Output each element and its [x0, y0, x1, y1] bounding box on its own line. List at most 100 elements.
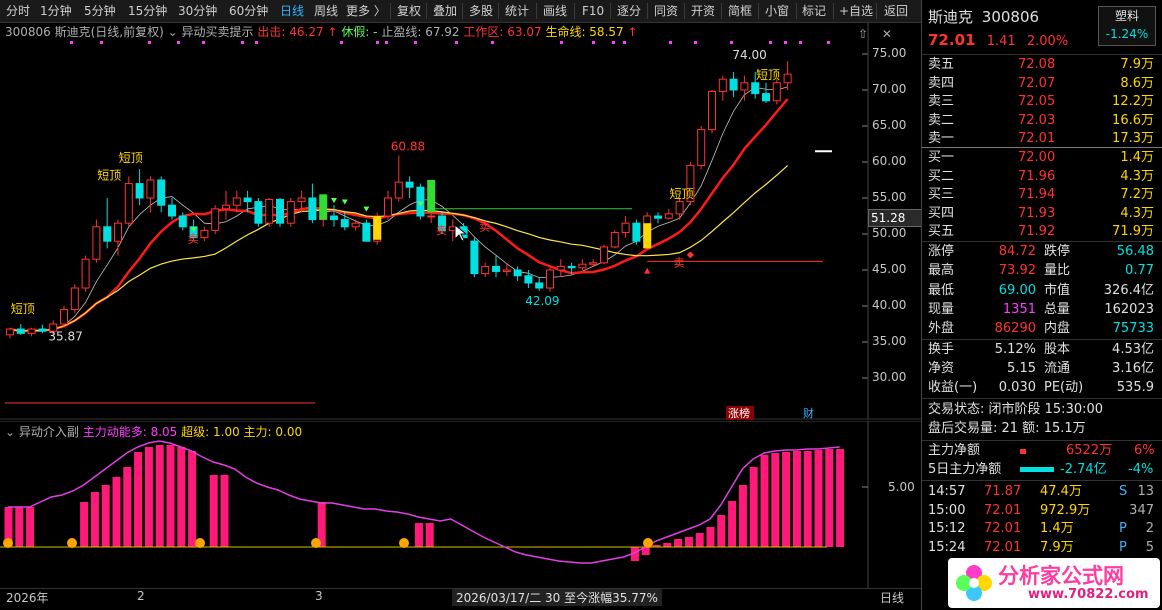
signal-block — [427, 180, 436, 213]
ask-row: 卖五 72.08 7.9万 — [928, 57, 1154, 72]
quote-panel: 斯迪克 300806 塑料 -1.24% 72.01 1.41 2.00% 卖五… — [922, 0, 1162, 610]
period-tab-more[interactable]: 更多 〉 — [346, 0, 386, 22]
sector-tag[interactable]: 塑料 -1.24% — [1098, 6, 1156, 46]
down-arrow-icon — [363, 206, 370, 212]
dropdown-icon[interactable]: ⌄ — [168, 25, 178, 39]
up-arrow-icon[interactable]: ⇧ — [858, 27, 868, 41]
price-tick: 30.00 — [872, 370, 907, 384]
candle-body — [6, 328, 14, 336]
warning-icon — [643, 538, 653, 548]
stat2-row: 换手 5.12% 股本 4.53亿 — [928, 342, 1154, 357]
indicator-bar — [706, 527, 715, 547]
ask-row: 卖四 72.07 8.6万 — [928, 75, 1154, 91]
candlestick-chart[interactable]: 60.8842.0935.8774.00短顶短顶短顶短顶短顶卖卖 卖卖涨榜财 — [0, 23, 921, 420]
bid-row: 买三 71.94 7.2万 — [928, 187, 1154, 202]
stat2-row: 净资 5.15 流通 3.16亿 — [928, 361, 1154, 376]
candle-body — [351, 222, 360, 228]
period-tab-15min[interactable]: 15分钟 — [128, 0, 167, 22]
indicator-chart[interactable] — [0, 421, 921, 588]
stats-button[interactable]: 统计 — [505, 0, 529, 22]
signal-dot — [148, 41, 151, 44]
period-tab-1min[interactable]: 1分钟 — [40, 0, 72, 22]
cai-label: 财 — [803, 406, 814, 420]
signal-diamond-icon — [686, 251, 694, 259]
indicator-bar — [825, 449, 834, 547]
indicator-sub-name[interactable]: 异动介入副 — [19, 425, 79, 439]
indicator-bar — [101, 485, 110, 547]
period-tab-fenshi[interactable]: 分时 — [6, 0, 30, 22]
stat-row: 涨停 84.72 跌停 56.48 — [928, 244, 1154, 259]
candle-body — [330, 215, 338, 221]
add-watchlist-button[interactable]: +自选 — [839, 0, 873, 22]
signal-dot — [694, 41, 697, 44]
candle-body — [675, 201, 684, 215]
date-year: 2026年 — [6, 591, 49, 605]
indicator-bar — [684, 537, 693, 547]
main-chart-header: 300806 斯迪克(日线,前复权) ⌄ 异动买卖提示 出击: 46.27 ↑ … — [5, 24, 638, 40]
period-tab-30min[interactable]: 30分钟 — [178, 0, 217, 22]
candle-body — [772, 82, 781, 102]
mark-button[interactable]: 标记 — [802, 0, 826, 22]
candle-body — [654, 215, 662, 219]
warning-icon — [67, 538, 77, 548]
signal-dot — [455, 41, 458, 44]
after-hours-volume: 盘后交易量: 21 额: 15.1万 — [928, 421, 1086, 436]
indicator-bar — [80, 502, 89, 547]
back-button[interactable]: 返回 — [884, 0, 908, 22]
stat-row: 外盘 86290 内盘 75733 — [928, 321, 1154, 337]
signal-dot — [612, 41, 615, 44]
candle-body — [222, 204, 230, 210]
multi-stock-button[interactable]: 多股 — [469, 0, 493, 22]
chart-overlays: 60.8842.0935.8774.00短顶短顶短顶短顶短顶卖卖 卖卖涨榜财 — [5, 41, 832, 420]
candle-body — [610, 232, 619, 248]
indicator-bar — [792, 451, 801, 547]
price-change: 1.41 — [986, 34, 1016, 49]
tick-row: 14:57 71.87 47.4万 S 13 — [928, 484, 1154, 499]
indicator-bar — [814, 450, 823, 547]
candle-body — [308, 197, 317, 221]
price-tick: 55.00 — [872, 190, 907, 204]
kaizi-button[interactable]: 开资 — [691, 0, 715, 22]
period-tab-day[interactable]: 日线 — [280, 0, 304, 22]
f10-button[interactable]: F10 — [582, 0, 604, 22]
period-tab-week[interactable]: 周线 — [314, 0, 338, 22]
signal-dot — [202, 41, 205, 44]
fuquan-button[interactable]: 复权 — [397, 0, 421, 22]
up-arrow-icon: ↑ — [327, 25, 338, 39]
signal-dot — [385, 41, 388, 44]
main-force-line — [8, 440, 840, 564]
simple-frame-button[interactable]: 简框 — [728, 0, 752, 22]
price-tick: 65.00 — [872, 118, 907, 132]
candle-body — [718, 78, 727, 92]
period-tab-5min[interactable]: 5分钟 — [84, 0, 116, 22]
dropdown-icon[interactable]: ⌄ — [5, 425, 15, 439]
indicator-bar — [166, 445, 175, 547]
draw-line-button[interactable]: 画线 — [543, 0, 567, 22]
short-top-label: 短顶 — [670, 187, 694, 201]
indicator-bar — [760, 455, 769, 547]
period-tab-60min[interactable]: 60分钟 — [229, 0, 268, 22]
stat-row: 最高 73.92 量比 0.77 — [928, 263, 1154, 279]
stock-title: 300806 斯迪克(日线,前复权) — [5, 25, 164, 39]
tick-button[interactable]: 逐分 — [617, 0, 641, 22]
tick-row: 15:00 72.01 972.9万 347 — [928, 502, 1154, 518]
small-window-button[interactable]: 小窗 — [765, 0, 789, 22]
indicator-bar — [123, 467, 132, 547]
price-change-pct: 2.00% — [1026, 34, 1069, 49]
work-label: 工作区: 63.07 — [463, 25, 542, 39]
price-tick: 75.00 — [872, 46, 907, 60]
candle-body — [157, 179, 166, 206]
ask-row: 卖二 72.03 16.6万 — [928, 112, 1154, 128]
indicator-bars — [4, 445, 845, 561]
net5-main-row: 5日主力净额 -2.74亿 -4% — [928, 462, 1154, 477]
candle-body — [178, 215, 187, 228]
indicator-name[interactable]: 异动买卖提示 — [182, 25, 254, 39]
tongzi-button[interactable]: 同资 — [654, 0, 678, 22]
candle-body — [211, 208, 220, 231]
overlay-button[interactable]: 叠加 — [433, 0, 457, 22]
candle-body — [200, 229, 209, 239]
candle-body — [632, 222, 641, 242]
date-month-3: 3 — [315, 589, 323, 603]
force-label: 主力: 0.00 — [243, 425, 303, 439]
signal-dot — [799, 41, 802, 44]
